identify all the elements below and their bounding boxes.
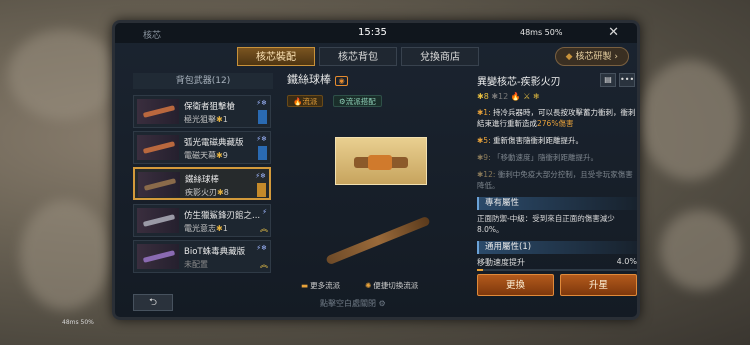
upgrade-chevron-icon: ︽ — [260, 260, 268, 269]
weapon-thumbnail — [137, 135, 179, 160]
attribute-icons: ⚡ — [262, 208, 267, 216]
general-attr-header: 通用屬性(1) — [477, 241, 637, 254]
quick-switch-button[interactable]: ✺ 便捷切換流派 — [365, 280, 418, 291]
core-icon: ◆ — [565, 52, 573, 62]
weapon-name: 鐵絲球棒 — [185, 175, 220, 185]
speed-label: 移動速度提升 — [477, 258, 525, 267]
upgrade-chevron-icon: ︽ — [260, 224, 268, 233]
weapon-thumbnail — [137, 99, 179, 124]
core-window: 核芯 15:35 48ms 50% ✕ 核芯裝配 核芯背包 兌換商店 ◆ 核芯研製… — [112, 20, 640, 320]
weapon-thumbnail — [137, 244, 179, 269]
weapon-core: 未配置 — [184, 260, 208, 269]
weapon-core: 電光意志✱1 — [184, 224, 228, 233]
exclusive-attr-header: 專有屬性 — [477, 197, 637, 210]
weapon-name: 保衛者狙擊槍 — [184, 102, 236, 112]
weapon-list-panel: 背包武器(12) 保衛者狙擊槍 極光狙擊✱1 ⚡❄ 弧光電磁典藏版 電磁天幕✱9… — [133, 73, 273, 293]
close-icon[interactable]: ✕ — [608, 25, 619, 40]
back-arrow-icon[interactable]: ⮌ — [133, 294, 173, 311]
speed-bar-fill — [477, 269, 484, 271]
tab-core-backpack[interactable]: 核芯背包 — [319, 47, 397, 66]
weapon-name: 弧光電磁典藏版 — [184, 138, 244, 148]
tab-bar: 核芯裝配 核芯背包 兌換商店 — [237, 47, 479, 66]
perk-1: ✱1: 持冷兵器時，可以長按攻擊蓄力衝刺，衝刺結束進行重斬造成276%傷害 — [477, 108, 636, 128]
rarity-badge — [258, 110, 267, 124]
speed-bar — [477, 269, 637, 271]
weapon-name: 仿生獵鯊鋒刃館之... — [184, 211, 261, 221]
replace-button[interactable]: 更換 — [477, 274, 554, 296]
weapon-core: 電磁天幕✱9 — [184, 151, 228, 160]
style-tag[interactable]: 🔥流派 — [287, 95, 324, 107]
more-styles-button[interactable]: ▬ 更多流派 — [301, 280, 340, 291]
attribute-icons: ⚡❄ — [256, 99, 267, 107]
eye-icon[interactable]: ◉ — [335, 76, 348, 86]
rarity-badge — [258, 146, 267, 160]
weapon-title: 鐵絲球棒 ◉ — [287, 71, 467, 87]
star-rating: ✱8 ✱12 🔥 ⚔ ❄ — [477, 92, 540, 101]
exclusive-attr-text: 正面防禦-中級：受到來自正面的傷害減少8.0%。 — [477, 214, 615, 234]
weapon-item[interactable]: 保衛者狙擊槍 極光狙擊✱1 ⚡❄ — [133, 95, 271, 128]
weapon-core: 疾影火刃✱8 — [185, 188, 229, 197]
perk-5: ✱5: 重新傷害隨衝刺距離提升。 — [477, 136, 583, 145]
weapon-model-image — [325, 215, 431, 266]
style-match-tag[interactable]: ⚙流派搭配 — [333, 95, 382, 107]
tab-core-equip[interactable]: 核芯裝配 — [237, 47, 315, 66]
weapon-name: BioT蛛毒典藏版 — [184, 247, 246, 257]
weapon-core: 極光狙擊✱1 — [184, 115, 228, 124]
close-hint: 點擊空白處關閉 ⚙ — [320, 299, 386, 308]
style-actions-bar: ▬ 更多流派 ✺ 便捷切換流派 — [287, 276, 467, 296]
footer-status: 48ms 50% — [62, 319, 94, 326]
weapon-item[interactable]: BioT蛛毒典藏版 未配置 ⚡❄ ︽ — [133, 240, 271, 273]
window-title: 核芯 — [143, 31, 162, 41]
attribute-icons: ⚡❄ — [256, 135, 267, 143]
weapon-item[interactable]: 弧光電磁典藏版 電磁天幕✱9 ⚡❄ — [133, 131, 271, 164]
tab-exchange-shop[interactable]: 兌換商店 — [401, 47, 479, 66]
network-battery-status: 48ms 50% — [520, 28, 563, 37]
detail-actions: ▤ ••• — [597, 73, 635, 87]
attribute-icons: ⚡❄ — [256, 244, 267, 252]
weapon-item[interactable]: 仿生獵鯊鋒刃館之... 電光意志✱1 ⚡ ︽ — [133, 204, 271, 237]
rarity-badge — [257, 183, 266, 197]
more-icon[interactable]: ••• — [619, 73, 635, 87]
info-icon[interactable]: ▤ — [600, 73, 616, 87]
action-buttons: 更換 升星 — [477, 274, 637, 296]
weapon-item-selected[interactable]: 鐵絲球棒 疾影火刃✱8 ⚡❄ — [133, 167, 271, 200]
core-research-button[interactable]: ◆ 核芯研製 › — [554, 47, 629, 66]
clock: 15:35 — [358, 27, 387, 38]
speed-value: 4.0% — [616, 257, 637, 266]
window-topbar: 核芯 15:35 48ms 50% ✕ — [115, 23, 637, 43]
weapon-thumbnail — [137, 208, 179, 233]
speed-attr: 移動速度提升 4.0% — [477, 257, 637, 271]
weapon-preview: 鐵絲球棒 ◉ 🔥流派 ⚙流派搭配 ▬ 更多流派 ✺ 便捷切換流派 — [287, 71, 467, 296]
weapon-list-header: 背包武器(12) — [133, 73, 273, 89]
perk-9: ✱9: 「移動速度」隨衝刺距離提升。 — [477, 153, 598, 162]
attribute-icons: ⚡❄ — [255, 172, 266, 180]
core-item-image — [335, 137, 427, 185]
weapon-thumbnail — [138, 172, 180, 197]
upgrade-star-button[interactable]: 升星 — [560, 274, 637, 296]
perk-12: ✱12: 衝刺中免疫大部分控制，且受非玩家傷害降低。 — [477, 170, 633, 190]
core-detail-panel: 異變核芯-疾影火刃 ▤ ••• ✱8 ✱12 🔥 ⚔ ❄ ✱1: 持冷兵器時，可以… — [477, 73, 637, 298]
core-research-label: 核芯研製 — [575, 52, 612, 62]
